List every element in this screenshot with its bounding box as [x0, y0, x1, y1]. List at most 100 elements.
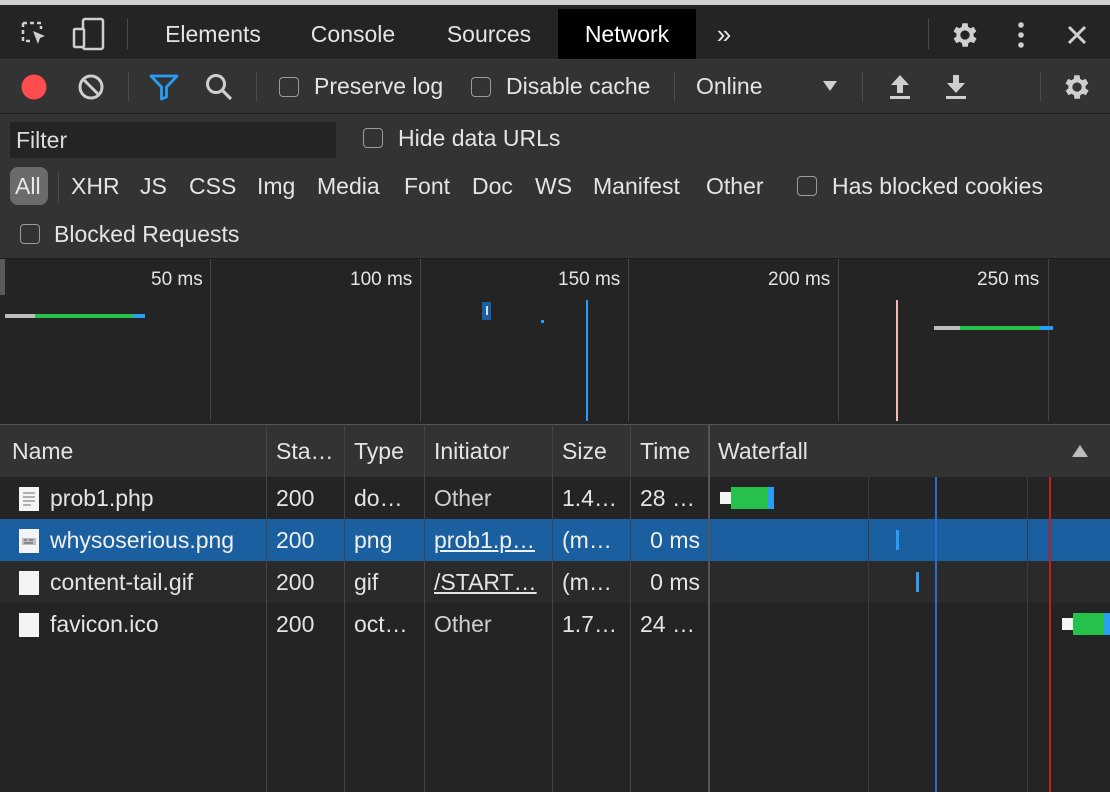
file-icon: [19, 613, 39, 637]
type-filter-xhr[interactable]: XHR: [71, 171, 120, 201]
chevron-down-icon[interactable]: [822, 80, 838, 92]
cell-name: favicon.ico: [50, 611, 159, 637]
column-divider[interactable]: [344, 424, 345, 792]
inspect-element-icon[interactable]: [20, 19, 50, 51]
type-filter-all[interactable]: All: [10, 167, 48, 205]
cell-size: 1.4…: [562, 485, 617, 511]
type-filter-js[interactable]: JS: [140, 171, 167, 201]
divider: [928, 19, 929, 49]
type-filter-img[interactable]: Img: [257, 171, 295, 201]
divider: [58, 172, 59, 202]
waterfall-dom-content-loaded-line: [935, 477, 937, 792]
table-row[interactable]: content-tail.gif 200 gif /START… (m… 0 m…: [0, 561, 1110, 603]
overview-label-100: 100 ms: [350, 269, 413, 290]
column-header-type[interactable]: Type: [354, 425, 404, 477]
table-row[interactable]: prob1.php 200 do… Other 1.4… 28 …: [0, 477, 1110, 519]
hide-data-urls-label: Hide data URLs: [398, 125, 561, 151]
column-header-initiator[interactable]: Initiator: [434, 425, 509, 477]
network-settings-icon[interactable]: [1061, 71, 1093, 103]
type-filter-css[interactable]: CSS: [189, 171, 236, 201]
cell-status: 200: [276, 569, 315, 595]
cell-initiator-link[interactable]: /START…: [434, 561, 548, 603]
table-row[interactable]: favicon.ico 200 oct… Other 1.7… 24 …: [0, 603, 1110, 645]
cell-time: 24 …: [640, 611, 695, 637]
disable-cache-checkbox[interactable]: [471, 77, 491, 97]
overview-bar-wait: [960, 326, 1040, 330]
waterfall-gridline: [1027, 477, 1028, 792]
waterfall-bar-queue: [720, 492, 731, 504]
waterfall-bar-receive: [896, 530, 899, 550]
waterfall-bar-wait: [731, 487, 768, 509]
more-tabs-icon[interactable]: »: [704, 9, 744, 59]
filter-input[interactable]: Filter: [10, 122, 336, 158]
overview-bar-receive: [1040, 326, 1053, 330]
cell-type: gif: [354, 569, 379, 595]
divider: [674, 72, 675, 102]
column-header-size[interactable]: Size: [562, 425, 607, 477]
column-divider[interactable]: [424, 424, 425, 792]
hide-data-urls-checkbox[interactable]: [363, 128, 383, 148]
overview-gridline: [210, 259, 211, 421]
cell-initiator-link[interactable]: prob1.p…: [434, 519, 548, 561]
cell-status: 200: [276, 485, 315, 511]
column-header-waterfall[interactable]: Waterfall: [718, 425, 808, 477]
column-header-time[interactable]: Time: [640, 425, 690, 477]
tab-elements[interactable]: Elements: [148, 9, 278, 59]
type-filter-manifest[interactable]: Manifest: [593, 171, 680, 201]
table-row-selected[interactable]: whysoserious.png 200 png prob1.p… (m… 0 …: [0, 519, 1110, 561]
cell-time: 28 …: [640, 485, 695, 511]
clear-icon[interactable]: [77, 73, 105, 101]
column-divider[interactable]: [266, 424, 267, 792]
settings-gear-icon[interactable]: [949, 19, 981, 51]
record-icon[interactable]: [20, 73, 48, 101]
type-filter-font[interactable]: Font: [404, 171, 450, 201]
tab-console[interactable]: Console: [290, 9, 416, 59]
throttling-select[interactable]: Online: [696, 72, 762, 100]
close-icon[interactable]: [1066, 24, 1088, 46]
more-options-icon[interactable]: [1013, 19, 1029, 51]
column-header-name[interactable]: Name: [12, 425, 73, 477]
preserve-log-label: Preserve log: [314, 73, 444, 99]
overview-gridline: [1048, 259, 1049, 421]
cell-type: oct…: [354, 611, 408, 637]
filter-placeholder: Filter: [16, 127, 68, 153]
waterfall-bar-wait: [1073, 613, 1104, 635]
sort-ascending-icon[interactable]: [1071, 444, 1089, 458]
divider: [256, 72, 257, 102]
waterfall-bar-receive: [1104, 613, 1110, 635]
network-overview[interactable]: 50 ms 100 ms 150 ms 200 ms 250 ms: [0, 259, 1110, 421]
overview-label-200: 200 ms: [768, 269, 831, 290]
device-toolbar-icon[interactable]: [72, 17, 106, 53]
cell-name: prob1.php: [50, 485, 154, 511]
overview-resizer-left[interactable]: [0, 259, 5, 295]
tab-network[interactable]: Network: [558, 9, 696, 59]
column-divider[interactable]: [708, 424, 710, 792]
import-har-icon[interactable]: [888, 73, 912, 101]
overview-bar-queue: [5, 314, 35, 318]
filter-icon[interactable]: [149, 73, 179, 101]
cell-size: (m…: [562, 569, 612, 595]
has-blocked-cookies-checkbox[interactable]: [797, 176, 817, 196]
preserve-log-checkbox[interactable]: [279, 77, 299, 97]
type-filter-other[interactable]: Other: [706, 171, 764, 201]
divider: [1040, 72, 1041, 102]
column-divider[interactable]: [552, 424, 553, 792]
column-header-status[interactable]: Sta…: [276, 425, 334, 477]
devtools-tab-bar: Elements Console Sources Network »: [0, 0, 1110, 60]
disable-cache-label: Disable cache: [506, 73, 651, 99]
type-filter-doc[interactable]: Doc: [472, 171, 513, 201]
blocked-requests-checkbox[interactable]: [20, 224, 40, 244]
type-filter-ws[interactable]: WS: [535, 171, 572, 201]
waterfall-bar-queue: [1062, 618, 1073, 630]
divider: [128, 72, 129, 102]
cell-name: whysoserious.png: [50, 527, 235, 553]
tab-sources[interactable]: Sources: [428, 9, 550, 59]
type-filter-media[interactable]: Media: [317, 171, 380, 201]
overview-bar-receive: [133, 314, 145, 318]
column-divider[interactable]: [630, 424, 631, 792]
cell-name: content-tail.gif: [50, 569, 194, 595]
has-blocked-cookies-label: Has blocked cookies: [832, 173, 1043, 199]
export-har-icon[interactable]: [944, 73, 968, 101]
cell-size: 1.7…: [562, 611, 617, 637]
search-icon[interactable]: [204, 72, 234, 102]
